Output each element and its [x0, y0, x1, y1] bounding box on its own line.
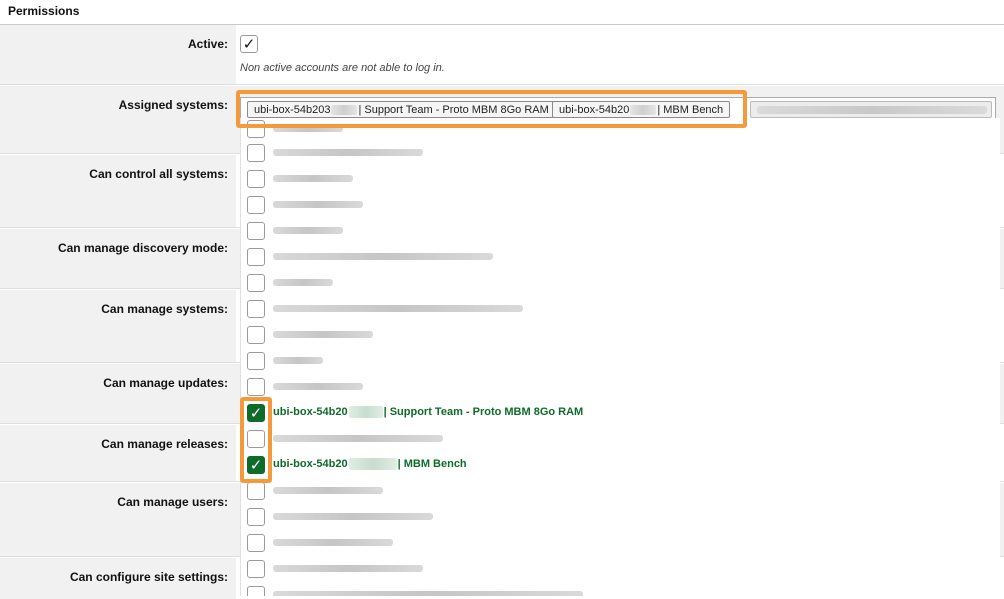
check-icon: ✓ — [249, 404, 263, 422]
list-checkbox[interactable] — [247, 274, 265, 292]
list-item[interactable] — [241, 118, 1000, 142]
label-systems: Can manage systems: — [101, 302, 228, 316]
list-item[interactable] — [241, 192, 1000, 218]
list-item[interactable] — [241, 530, 1000, 556]
list-checkbox[interactable] — [247, 378, 265, 396]
label-releases: Can manage releases: — [101, 437, 228, 451]
label-active: Active: — [187, 37, 228, 51]
list-checkbox[interactable] — [247, 170, 265, 188]
list-checkbox[interactable] — [247, 326, 265, 344]
list-item[interactable] — [241, 244, 1000, 270]
list-checkbox[interactable] — [247, 144, 265, 162]
label-control-all: Can control all systems: — [89, 167, 228, 181]
tag-mbm-bench[interactable]: ubi-box-54b20 | MBM Bench — [552, 101, 731, 118]
label-assigned-systems: Assigned systems: — [118, 98, 228, 112]
label-updates: Can manage updates: — [103, 376, 228, 390]
list-checkbox[interactable] — [247, 222, 265, 240]
list-item[interactable] — [241, 582, 1000, 596]
list-checkbox[interactable] — [247, 430, 265, 448]
section-title: Permissions — [8, 4, 80, 18]
list-checkbox[interactable] — [247, 300, 265, 318]
label-users: Can manage users: — [117, 495, 228, 509]
list-item[interactable] — [241, 556, 1000, 582]
label-site-settings: Can configure site settings: — [69, 570, 228, 584]
list-checkbox[interactable] — [247, 120, 265, 138]
list-checkbox[interactable] — [247, 586, 265, 596]
row-active: Active: ✓ Non active accounts are not ab… — [0, 25, 1004, 85]
list-item-selected[interactable]: ✓ ubi-box-54b20 | MBM Bench — [241, 452, 1000, 478]
list-item[interactable] — [241, 478, 1000, 504]
label-discovery: Can manage discovery mode: — [57, 241, 228, 255]
active-hint: Non active accounts are not able to log … — [240, 62, 445, 74]
list-item[interactable] — [241, 218, 1000, 244]
list-item-selected[interactable]: ✓ ubi-box-54b20 | Support Team - Proto MB… — [241, 400, 1000, 426]
list-item[interactable] — [241, 374, 1000, 400]
active-checkbox[interactable]: ✓ — [240, 35, 258, 53]
list-item[interactable] — [241, 322, 1000, 348]
list-checkbox-checked[interactable]: ✓ — [247, 456, 265, 474]
list-checkbox[interactable] — [247, 352, 265, 370]
list-checkbox-checked[interactable]: ✓ — [247, 404, 265, 422]
list-checkbox[interactable] — [247, 482, 265, 500]
check-icon: ✓ — [242, 35, 256, 53]
list-item[interactable] — [241, 270, 1000, 296]
list-checkbox[interactable] — [247, 248, 265, 266]
list-item[interactable] — [241, 348, 1000, 374]
list-item[interactable] — [241, 426, 1000, 452]
list-item[interactable] — [241, 296, 1000, 322]
list-item[interactable] — [241, 504, 1000, 530]
check-icon: ✓ — [249, 456, 263, 474]
list-checkbox[interactable] — [247, 508, 265, 526]
list-checkbox[interactable] — [247, 534, 265, 552]
list-item[interactable] — [241, 140, 1000, 166]
systems-dropdown-list[interactable]: ✓ ubi-box-54b20 | Support Team - Proto MB… — [240, 118, 1000, 596]
list-checkbox[interactable] — [247, 560, 265, 578]
tag-support-team[interactable]: ubi-box-54b203 | Support Team - Proto MBM… — [247, 101, 556, 118]
list-checkbox[interactable] — [247, 196, 265, 214]
tag-redacted[interactable] — [750, 101, 992, 118]
list-item[interactable] — [241, 166, 1000, 192]
